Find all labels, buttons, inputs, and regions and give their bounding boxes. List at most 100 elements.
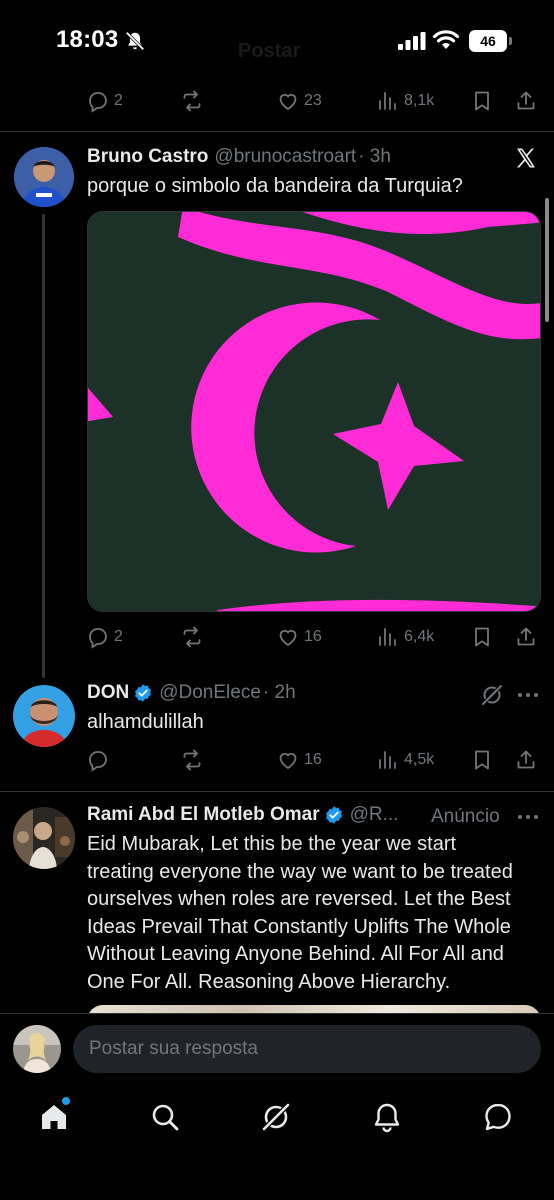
bookmark-icon	[475, 91, 489, 111]
like-button[interactable]: 16	[276, 745, 322, 775]
share-icon	[517, 91, 535, 110]
user-avatar[interactable]	[13, 1025, 61, 1073]
more-options-icon[interactable]	[516, 807, 540, 827]
share-icon	[517, 627, 535, 646]
tweet-text: porque o simbolo da bandeira da Turquia?	[87, 175, 463, 197]
avatar-image	[13, 807, 75, 869]
home-icon	[42, 1105, 66, 1129]
tab-notifications[interactable]	[371, 1101, 407, 1137]
view-count: 8,1k	[404, 92, 435, 109]
author-name[interactable]: Rami Abd El Motleb Omar	[87, 804, 320, 826]
verified-badge-icon	[325, 806, 342, 824]
tweet-text-line: treating everyone the way we want to be …	[87, 860, 513, 883]
tweet-header: Rami Abd El Motleb Omar @R...	[87, 804, 398, 826]
bookmark-button[interactable]	[470, 86, 494, 116]
view-count: 6,4k	[404, 628, 435, 645]
like-count: 16	[304, 751, 322, 768]
post-time: · 2h	[262, 682, 296, 703]
repost-button[interactable]	[180, 622, 204, 652]
previous-tweet-actions: 2 23 8,1k	[86, 86, 538, 116]
avatar[interactable]	[13, 807, 75, 869]
bookmark-icon	[475, 627, 489, 647]
reply-count: 2	[114, 628, 123, 645]
cellular-signal-icon	[398, 32, 426, 50]
view-count: 4,5k	[404, 751, 435, 768]
bookmark-button[interactable]	[470, 745, 494, 775]
reply-input[interactable]: Postar sua resposta	[73, 1025, 541, 1073]
reply-composer: Postar sua resposta	[0, 1013, 554, 1085]
avatar-image	[13, 1025, 61, 1073]
more-options-icon[interactable]	[516, 685, 540, 705]
share-button[interactable]	[514, 622, 538, 652]
author-handle[interactable]: @DonElece	[159, 682, 261, 704]
reply-button[interactable]: 2	[86, 622, 123, 652]
tab-search[interactable]	[149, 1101, 185, 1137]
avatar-image	[14, 147, 74, 207]
views-button[interactable]: 6,4k	[376, 622, 434, 652]
reply-icon	[89, 751, 107, 772]
views-button[interactable]: 8,1k	[376, 86, 434, 116]
bookmark-button[interactable]	[470, 622, 494, 652]
share-button[interactable]	[514, 86, 538, 116]
views-button[interactable]: 4,5k	[376, 745, 434, 775]
thread-line	[42, 214, 45, 678]
tab-grok[interactable]	[260, 1101, 296, 1137]
notifications-icon	[374, 1103, 400, 1133]
tweet-header: DON @DonElece · 2h	[87, 682, 296, 704]
turkish-crescent-star-image	[88, 212, 540, 611]
tweet-text-line: Eid Mubarak, Let this be the year we sta…	[87, 833, 457, 855]
status-bar: 18:03 Postar 46	[0, 0, 554, 84]
tweet-text: alhamdulillah	[87, 711, 204, 733]
views-icon	[379, 628, 396, 646]
author-handle[interactable]: @brunocastroart	[214, 146, 356, 168]
tab-home[interactable]	[38, 1101, 74, 1137]
repost-icon	[183, 626, 201, 648]
battery-tip	[509, 37, 512, 45]
verified-badge-icon	[135, 684, 152, 702]
heart-icon	[279, 94, 297, 110]
bottom-tab-bar	[0, 1085, 554, 1200]
author-name[interactable]: Bruno Castro	[87, 146, 208, 168]
heart-icon	[279, 630, 297, 646]
author-name[interactable]: DON	[87, 682, 129, 704]
grok-icon[interactable]	[480, 683, 504, 707]
grok-icon	[262, 1103, 290, 1131]
header-title: Postar	[238, 40, 301, 62]
reply-button[interactable]: 2	[86, 86, 123, 116]
reply-icon	[89, 92, 107, 113]
reply-icon	[89, 628, 107, 649]
tweet-text-line: ourselves when roles are reversed. Let t…	[87, 888, 511, 910]
views-icon	[379, 92, 396, 110]
bookmark-icon	[475, 750, 489, 770]
like-count: 23	[304, 92, 322, 109]
like-count: 16	[304, 628, 322, 645]
tweet-text-line: Ideas Prevail That Constantly Uplifts Th…	[87, 915, 511, 938]
tweet-image[interactable]	[87, 211, 541, 612]
tweet-text-line: Without Leaving Anyone Behind. All For A…	[87, 943, 504, 965]
avatar[interactable]	[13, 685, 75, 747]
reply-button[interactable]	[86, 745, 110, 775]
share-button[interactable]	[514, 745, 538, 775]
like-button[interactable]: 16	[276, 622, 322, 652]
search-icon	[152, 1104, 179, 1131]
repost-button[interactable]	[180, 86, 204, 116]
messages-icon	[485, 1103, 511, 1131]
scrollbar[interactable]	[545, 198, 549, 322]
battery-indicator: 46	[469, 30, 507, 52]
avatar-image	[13, 685, 75, 747]
status-time: 18:03	[56, 26, 119, 53]
like-button[interactable]: 23	[276, 86, 322, 116]
ad-label: Anúncio	[431, 806, 500, 827]
tweet-actions: 16 4,5k	[86, 745, 538, 775]
bell-muted-icon	[125, 31, 145, 51]
repost-icon	[183, 749, 201, 771]
author-handle[interactable]: @R...	[350, 804, 399, 826]
views-icon	[379, 751, 396, 769]
x-logo-icon	[517, 148, 535, 168]
repost-button[interactable]	[180, 745, 204, 775]
post-time: · 3h	[358, 146, 391, 167]
divider	[0, 131, 554, 132]
avatar[interactable]	[14, 147, 74, 207]
wifi-icon	[432, 30, 460, 49]
tab-messages[interactable]	[482, 1101, 518, 1137]
